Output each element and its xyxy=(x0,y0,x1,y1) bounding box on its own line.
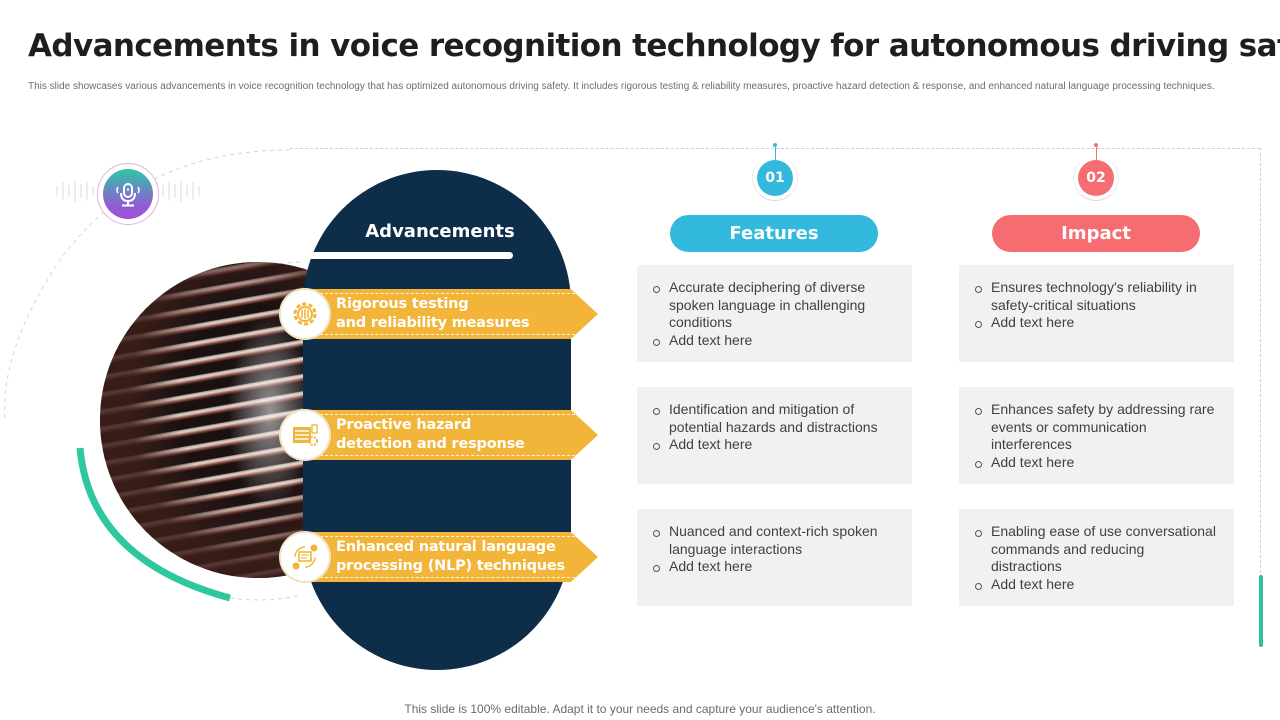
green-accent-bar xyxy=(1259,575,1263,647)
impact-card-3: Enabling ease of use conversational comm… xyxy=(959,509,1234,606)
list-item: Accurate deciphering of diverse spoken l… xyxy=(651,279,896,332)
advancement-icon-1 xyxy=(279,288,331,340)
list-item: Add text here xyxy=(651,558,896,576)
list-item: Ensures technology's reliability in safe… xyxy=(973,279,1218,314)
nlp-chat-icon xyxy=(292,544,318,570)
features-header: Features xyxy=(670,215,878,252)
list-item: Add text here xyxy=(973,314,1218,332)
features-card-3: Nuanced and context-rich spoken language… xyxy=(637,509,912,606)
features-number-marker: 01 xyxy=(750,143,800,201)
list-item: Enhances safety by addressing rare event… xyxy=(973,401,1218,454)
list-item: Enabling ease of use conversational comm… xyxy=(973,523,1218,576)
features-card-1: Accurate deciphering of diverse spoken l… xyxy=(637,265,912,362)
sound-wave-left xyxy=(56,180,94,202)
advancement-label-3: Enhanced natural language processing (NL… xyxy=(336,539,565,574)
slide-subtitle: This slide showcases various advancement… xyxy=(28,81,1215,92)
advancement-label-1: Rigorous testing and reliability measure… xyxy=(336,296,530,331)
sound-wave-right xyxy=(162,180,200,202)
list-item: Identification and mitigation of potenti… xyxy=(651,401,896,436)
microphone-badge xyxy=(97,163,159,225)
dashed-frame-right xyxy=(1260,148,1261,578)
impact-number: 02 xyxy=(1078,160,1114,196)
features-card-2: Identification and mitigation of potenti… xyxy=(637,387,912,484)
microphone-icon xyxy=(116,183,140,207)
advancement-label-2: Proactive hazard detection and response xyxy=(336,417,525,452)
gear-testing-icon xyxy=(293,302,317,326)
advancements-title: Advancements xyxy=(365,221,515,242)
advancement-icon-2 xyxy=(279,409,331,461)
footer-note: This slide is 100% editable. Adapt it to… xyxy=(404,702,876,716)
advancements-underline xyxy=(303,252,513,259)
hazard-detection-icon xyxy=(293,424,318,446)
impact-number-marker: 02 xyxy=(1071,143,1121,201)
list-item: Add text here xyxy=(973,454,1218,472)
list-item: Add text here xyxy=(973,576,1218,594)
slide-title: Advancements in voice recognition techno… xyxy=(28,28,1280,64)
list-item: Add text here xyxy=(651,332,896,350)
features-number: 01 xyxy=(757,160,793,196)
list-item: Add text here xyxy=(651,436,896,454)
advancement-icon-3 xyxy=(279,531,331,583)
impact-header: Impact xyxy=(992,215,1200,252)
impact-card-2: Enhances safety by addressing rare event… xyxy=(959,387,1234,484)
impact-card-1: Ensures technology's reliability in safe… xyxy=(959,265,1234,362)
list-item: Nuanced and context-rich spoken language… xyxy=(651,523,896,558)
